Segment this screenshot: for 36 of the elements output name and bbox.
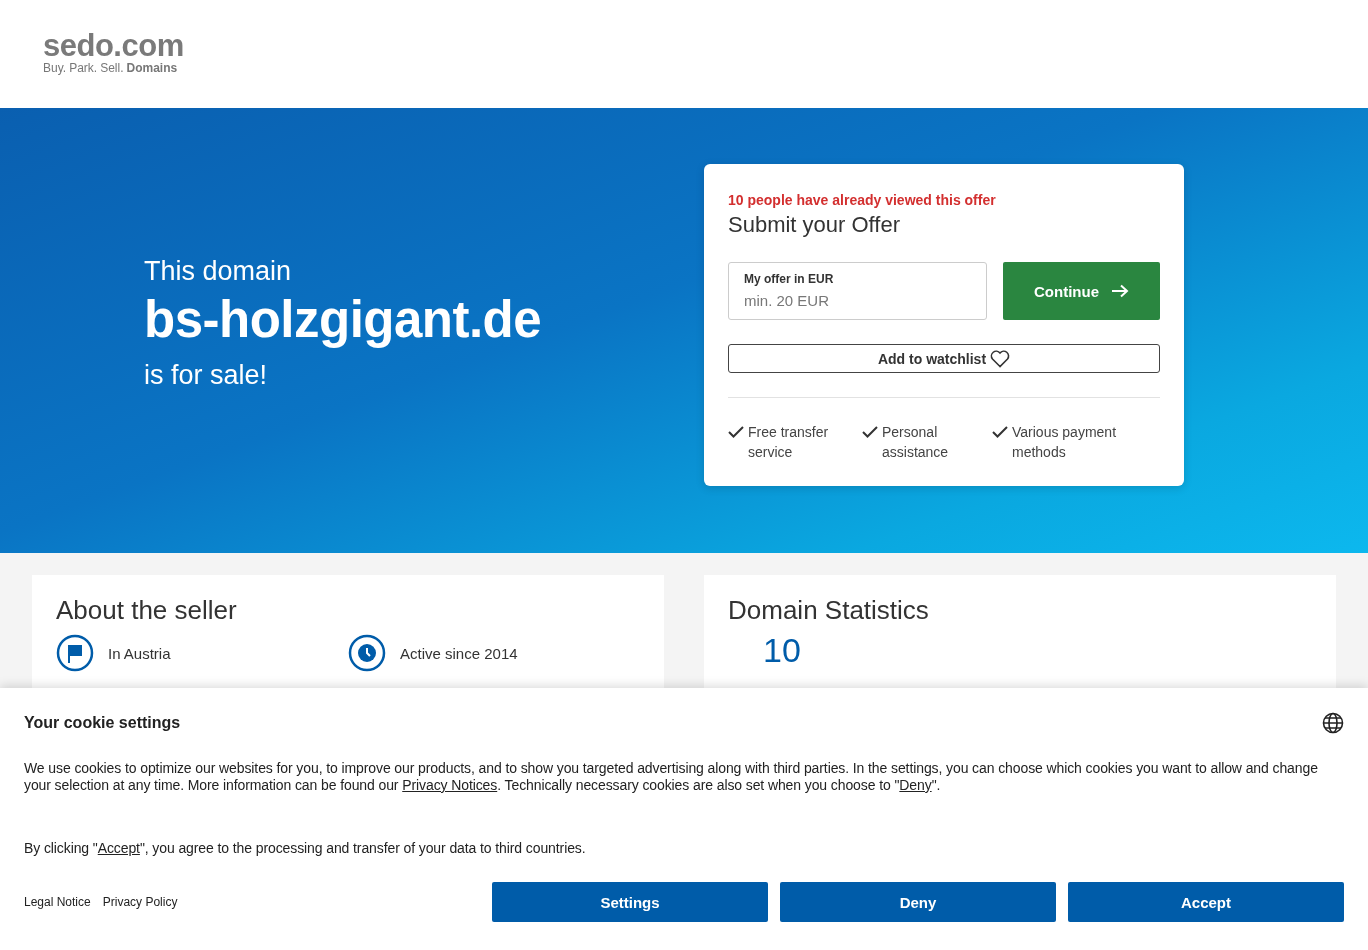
check-icon [992,426,1008,438]
hero-intro: This domain [144,255,293,288]
footer-link[interactable]: Legal Notice [24,895,91,909]
domain-name: bs-holzgigant.de [144,292,543,348]
check-icon [728,426,744,438]
offer-title: Submit your Offer [728,212,901,238]
field-label: My offer in EUR [744,272,835,286]
cookie-button[interactable]: Deny [780,882,1056,922]
hero-outro: is for sale! [144,359,269,392]
cookie-button[interactable]: Accept [1068,882,1344,922]
seller-title: About the seller [56,595,238,626]
clock-icon [348,634,386,672]
arrow-right-icon [1111,284,1129,298]
check-icon [862,426,878,438]
text-link[interactable]: Accept [97,840,140,856]
feature-text: Personal assistance [882,423,950,462]
continue-button[interactable]: Continue [1003,262,1160,320]
globe-icon[interactable] [1322,712,1344,734]
watchlist-button[interactable]: Add to watchlist [728,344,1160,373]
feature-text: Various payment methods [1012,423,1117,462]
view-count: 10 [763,632,802,668]
cookie-button[interactable]: Settings [492,882,768,922]
feature-text: Free transfer service [748,423,830,462]
views-notice-text: 10 people have already viewed this offer [728,192,997,208]
cookie-title: Your cookie settings [24,714,181,732]
offer-input-field[interactable]: My offer in EUR min. 20 EUR [728,262,987,320]
consent-text: By clicking "Accept", you agree to the processing and transfer of your data to third countries. [24,840,587,857]
seller-fact: Active since 2014 [400,644,518,662]
seller-fact: In Austria [108,644,171,662]
sedo-logo[interactable]: sedo.com Buy. Park. Sell. Domains [43,30,184,74]
text-link[interactable]: Deny [899,777,932,793]
flag-icon [56,634,94,672]
statistics-title: Domain Statistics [728,595,930,626]
footer-link[interactable]: Privacy Policy [102,895,178,909]
heart-icon [990,349,1011,368]
cookie-description: We use cookies to optimize our websites for you, to improve our products, and to show you targeted advertising along with third parties. In the settings, you can choose which cookies you want to allow and change your selection at any time. More information can be found our Privacy Notices. Technically necessary cookies are also set when you choose to "Deny". [24,760,1319,794]
